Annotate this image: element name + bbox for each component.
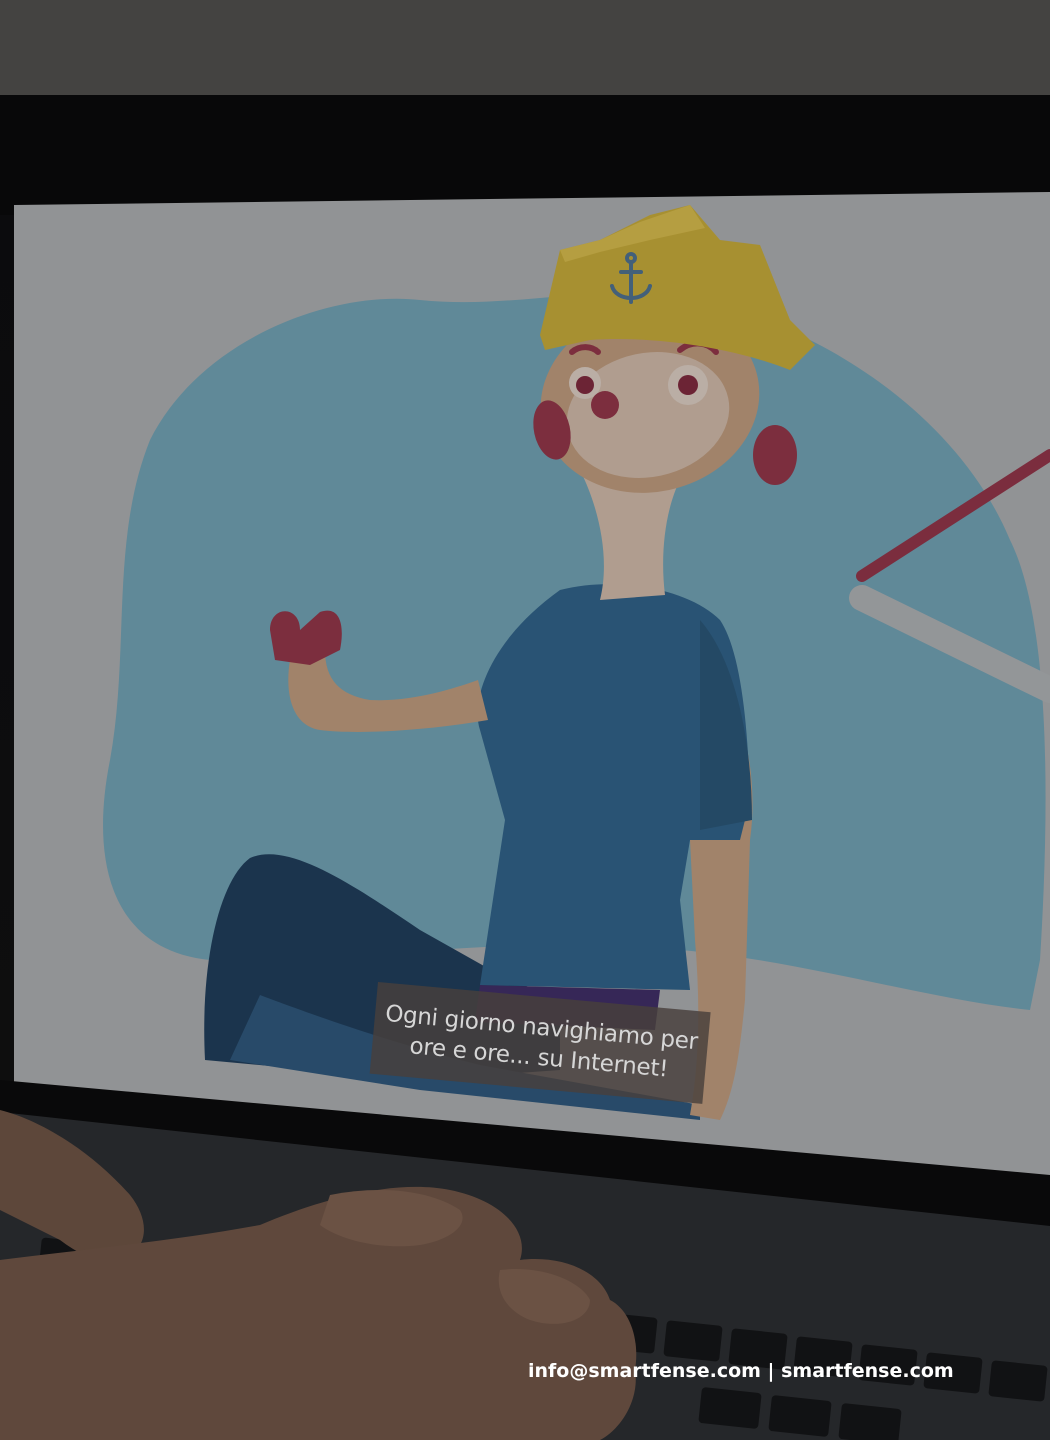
dark-overlay <box>0 0 1050 1440</box>
laptop-scene-illustration <box>0 0 1050 1440</box>
photo-laptop-screen: Ogni giorno navighiamo per ore e ore... … <box>0 0 1050 1440</box>
footer-contact: info@smartfense.com | smartfense.com <box>528 1360 954 1382</box>
